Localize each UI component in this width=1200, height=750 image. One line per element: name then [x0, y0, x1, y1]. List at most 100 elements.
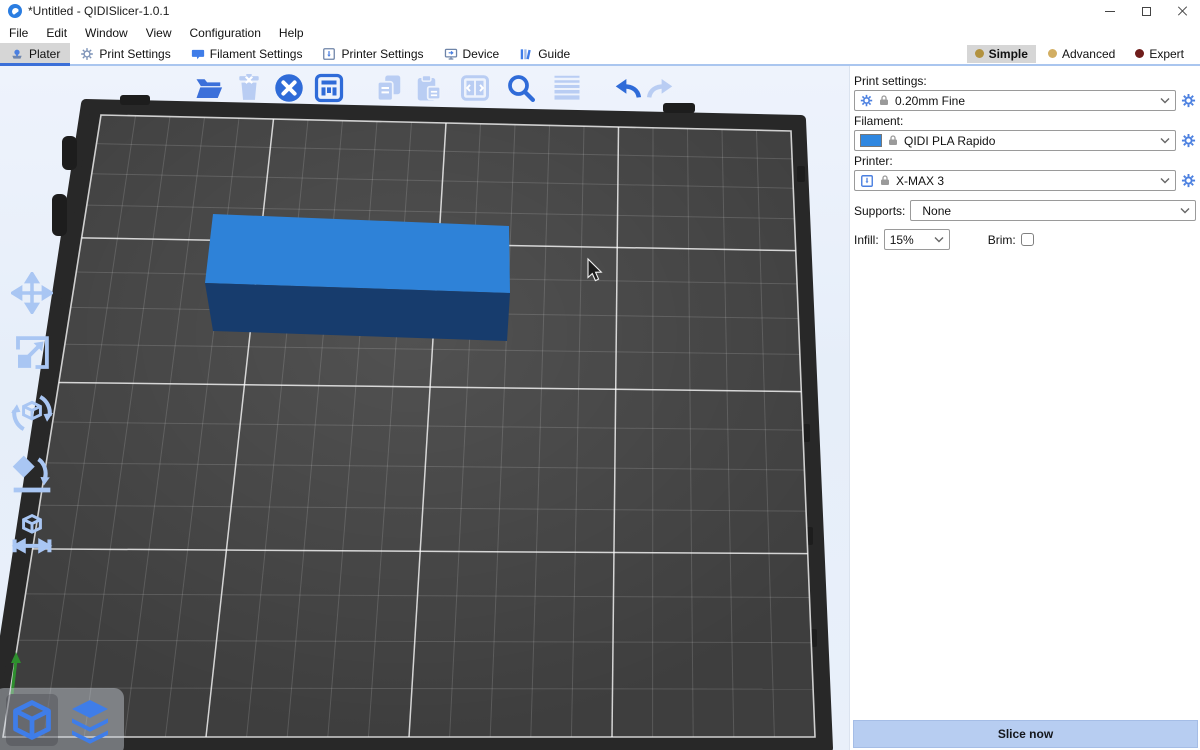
tab-guide[interactable]: Guide: [509, 43, 580, 64]
minimize-button[interactable]: [1092, 0, 1128, 22]
viewport-toolbar: [192, 70, 678, 106]
tab-bar: Plater Print Settings Filament Settings …: [0, 43, 1200, 66]
tab-label: Guide: [538, 47, 570, 61]
close-button[interactable]: [1164, 0, 1200, 22]
supports-select[interactable]: None: [910, 200, 1196, 221]
print-settings-value: 0.20mm Fine: [895, 94, 1155, 108]
menu-edit[interactable]: Edit: [37, 24, 76, 42]
build-plate-scene: [0, 66, 849, 750]
chevron-down-icon: [1180, 207, 1190, 214]
undo-icon: [611, 73, 643, 103]
printer-gear-button[interactable]: [1180, 173, 1196, 189]
lock-icon: [887, 134, 899, 147]
print-settings-label: Print settings:: [854, 74, 1196, 88]
lock-icon: [878, 94, 890, 107]
variable-layer-height-button[interactable]: [550, 70, 584, 106]
supports-value: None: [916, 204, 1175, 218]
measure-icon: [10, 511, 54, 555]
print-settings-select[interactable]: 0.20mm Fine: [854, 90, 1176, 111]
simple-dot-icon: [975, 49, 984, 58]
supports-label: Supports:: [854, 204, 905, 218]
tab-label: Device: [463, 47, 500, 61]
mode-simple[interactable]: Simple: [967, 45, 1036, 63]
gear-icon: [860, 94, 873, 107]
copy-icon: [374, 73, 404, 103]
printer-value: X-MAX 3: [896, 174, 1155, 188]
measure-gizmo-button[interactable]: [8, 510, 56, 556]
tab-device[interactable]: Device: [434, 43, 510, 64]
mode-label: Expert: [1149, 47, 1184, 61]
search-icon: [506, 73, 536, 103]
chevron-down-icon: [1160, 137, 1170, 144]
filament-select[interactable]: QIDI PLA Rapido: [854, 130, 1176, 151]
infill-label: Infill:: [854, 233, 879, 247]
brim-checkbox[interactable]: [1021, 233, 1034, 246]
menu-file[interactable]: File: [0, 24, 37, 42]
filament-color-swatch: [860, 134, 882, 147]
open-folder-icon: [194, 73, 224, 103]
slice-now-button[interactable]: Slice now: [853, 720, 1198, 748]
arrange-button[interactable]: [312, 70, 346, 106]
viewport-3d[interactable]: [0, 66, 849, 750]
tab-label: Plater: [29, 47, 60, 61]
filament-gear-button[interactable]: [1180, 133, 1196, 149]
scale-gizmo-button[interactable]: [8, 330, 56, 376]
print-settings-gear-button[interactable]: [1180, 93, 1196, 109]
printer-icon: [860, 174, 874, 188]
maximize-icon: [1142, 7, 1151, 16]
layers-stack-icon: [66, 696, 114, 744]
tab-filament-settings[interactable]: Filament Settings: [181, 43, 313, 64]
search-button[interactable]: [504, 70, 538, 106]
paste-button[interactable]: [412, 70, 446, 106]
redo-icon: [645, 73, 677, 103]
copy-button[interactable]: [372, 70, 406, 106]
printer-icon: [322, 47, 336, 61]
gear-icon: [1181, 133, 1196, 148]
maximize-button[interactable]: [1128, 0, 1164, 22]
brim-label: Brim:: [988, 233, 1016, 247]
title-bar: *Untitled - QIDISlicer-1.0.1: [0, 0, 1200, 22]
tab-print-settings[interactable]: Print Settings: [70, 43, 180, 64]
infill-select[interactable]: 15%: [884, 229, 950, 250]
delete-icon: [236, 74, 262, 102]
device-icon: [444, 47, 458, 61]
expert-dot-icon: [1135, 49, 1144, 58]
gizmo-toolbar: [8, 270, 56, 556]
filament-label: Filament:: [854, 114, 1196, 128]
paste-icon: [414, 73, 444, 103]
editor-3d-view-button[interactable]: [6, 694, 58, 746]
qidislicer-window: *Untitled - QIDISlicer-1.0.1 File Edit W…: [0, 0, 1200, 750]
printer-label: Printer:: [854, 154, 1196, 168]
mode-advanced[interactable]: Advanced: [1040, 45, 1123, 63]
settings-panel: Print settings: 0.20mm Fine: [849, 66, 1200, 750]
tab-label: Print Settings: [99, 47, 170, 61]
tab-plater[interactable]: Plater: [0, 43, 70, 64]
split-button[interactable]: [458, 70, 492, 106]
view-toggle-panel: [0, 688, 124, 750]
chevron-down-icon: [1160, 177, 1170, 184]
menu-help[interactable]: Help: [270, 24, 313, 42]
open-button[interactable]: [192, 70, 226, 106]
minimize-icon: [1105, 11, 1115, 12]
rotate-gizmo-button[interactable]: [8, 390, 56, 436]
model-object[interactable]: [205, 214, 510, 341]
plater-icon: [10, 47, 24, 61]
preview-layers-view-button[interactable]: [64, 694, 116, 746]
redo-button[interactable]: [644, 70, 678, 106]
mode-expert[interactable]: Expert: [1127, 45, 1192, 63]
close-icon: [1177, 6, 1187, 16]
delete-button[interactable]: [232, 70, 266, 106]
menu-view[interactable]: View: [137, 24, 181, 42]
move-gizmo-button[interactable]: [8, 270, 56, 316]
menu-configuration[interactable]: Configuration: [181, 24, 270, 42]
menu-window[interactable]: Window: [76, 24, 137, 42]
delete-all-button[interactable]: [272, 70, 306, 106]
printer-select[interactable]: X-MAX 3: [854, 170, 1176, 191]
tab-printer-settings[interactable]: Printer Settings: [312, 43, 433, 64]
mode-switcher: Simple Advanced Expert: [967, 43, 1200, 64]
undo-button[interactable]: [610, 70, 644, 106]
app-logo-icon: [8, 4, 22, 18]
tab-label: Filament Settings: [210, 47, 303, 61]
split-icon: [460, 73, 490, 103]
place-on-face-gizmo-button[interactable]: [8, 450, 56, 496]
